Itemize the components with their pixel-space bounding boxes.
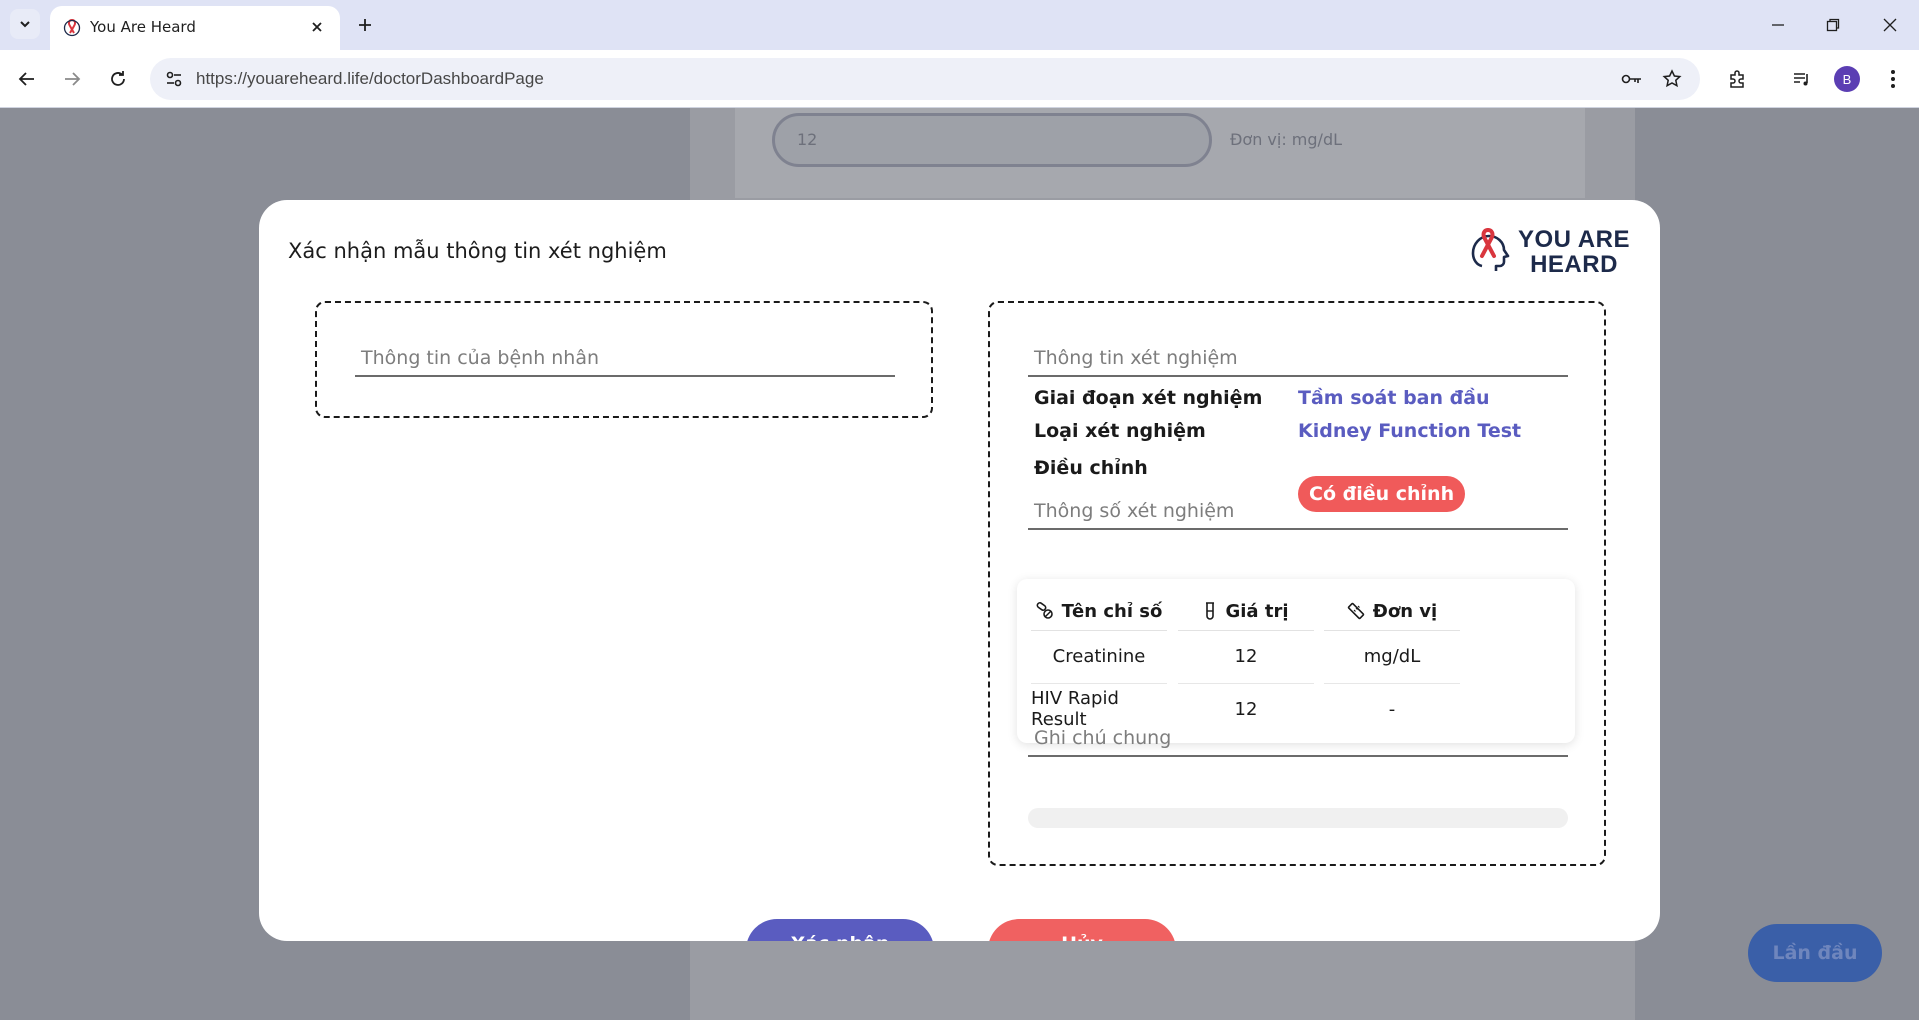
confirm-button-label: Xác nhận bbox=[791, 933, 890, 941]
test-type-label: Loại xét nghiệm bbox=[1034, 420, 1206, 442]
profile-avatar[interactable]: B bbox=[1834, 66, 1860, 92]
minimize-button[interactable] bbox=[1765, 12, 1791, 38]
notes-section-title: Ghi chú chung bbox=[1028, 727, 1568, 757]
address-bar[interactable]: https://youareheard.life/doctorDashboard… bbox=[150, 58, 1700, 100]
row-divider bbox=[1031, 683, 1167, 684]
background-unit-label: Đơn vị: mg/dL bbox=[1230, 130, 1343, 149]
pills-icon bbox=[1036, 602, 1053, 619]
params-section-title: Thông số xét nghiệm bbox=[1028, 500, 1568, 530]
table-cell-row2-unit: - bbox=[1388, 698, 1396, 720]
table-cell-row2-value: 12 bbox=[1234, 698, 1258, 720]
patient-section-title: Thông tin của bệnh nhân bbox=[355, 347, 895, 377]
reload-button[interactable] bbox=[103, 64, 133, 94]
cancel-button-label: Hủy bbox=[1061, 933, 1103, 941]
window-close-button[interactable] bbox=[1877, 12, 1903, 38]
puzzle-icon bbox=[1730, 70, 1744, 88]
header-divider bbox=[1031, 630, 1167, 631]
tab-title: You Are Heard bbox=[90, 18, 196, 36]
logo-text: YOU ARE HEARD bbox=[1518, 227, 1630, 277]
background-first-time-button: Lần đầu bbox=[1748, 924, 1882, 982]
table-header-value-text: Giá trị bbox=[1225, 600, 1289, 622]
fab-label: Lần đầu bbox=[1772, 942, 1858, 964]
logo-line-2: HEARD bbox=[1530, 251, 1618, 278]
plus-icon bbox=[359, 19, 371, 31]
table-header-name-text: Tên chỉ số bbox=[1061, 600, 1163, 622]
logo-line-1: YOU ARE bbox=[1518, 226, 1630, 253]
test-tube-icon bbox=[1206, 602, 1215, 620]
password-key-button[interactable] bbox=[1620, 67, 1644, 91]
test-stage-label: Giai đoạn xét nghiệm bbox=[1034, 387, 1263, 409]
chevron-down-icon bbox=[20, 21, 30, 28]
ruler-icon bbox=[1347, 602, 1364, 620]
test-info-box: Thông tin xét nghiệm Giai đoạn xét nghiệ… bbox=[988, 301, 1606, 866]
extensions-button[interactable] bbox=[1722, 64, 1752, 94]
youareheard-favicon-icon bbox=[63, 19, 81, 37]
table-cell-row1-value: 12 bbox=[1234, 645, 1258, 667]
ribbon-head-logo-icon bbox=[1471, 228, 1510, 271]
minimize-icon bbox=[1772, 24, 1784, 26]
close-icon bbox=[1883, 18, 1897, 32]
table-cell-row1-name: Creatinine bbox=[1052, 645, 1146, 667]
general-notes-field[interactable] bbox=[1028, 808, 1568, 828]
key-icon bbox=[1621, 74, 1641, 84]
star-icon bbox=[1662, 69, 1682, 88]
test-type-value: Kidney Function Test bbox=[1298, 420, 1522, 442]
more-vertical-icon bbox=[1891, 70, 1895, 88]
forward-button[interactable] bbox=[57, 64, 87, 94]
background-value-input: 12 bbox=[772, 113, 1212, 167]
url-path: /doctorDashboardPage bbox=[368, 69, 544, 88]
modal-title: Xác nhận mẫu thông tin xét nghiệm bbox=[288, 239, 667, 263]
confirm-button[interactable]: Xác nhận bbox=[746, 919, 934, 941]
row-divider bbox=[1178, 683, 1314, 684]
confirm-test-modal: Xác nhận mẫu thông tin xét nghiệm YOU AR… bbox=[259, 200, 1660, 941]
patient-info-box: Thông tin của bệnh nhân bbox=[315, 301, 933, 418]
tune-icon bbox=[166, 71, 182, 87]
back-button[interactable] bbox=[12, 64, 42, 94]
tab-search-button[interactable] bbox=[10, 9, 40, 39]
avatar-letter: B bbox=[1842, 71, 1852, 87]
header-divider bbox=[1178, 630, 1314, 631]
restore-icon bbox=[1826, 18, 1840, 32]
table-header-unit-text: Đơn vị bbox=[1372, 600, 1438, 622]
browser-tabstrip: You Are Heard bbox=[0, 0, 1919, 50]
test-section-title: Thông tin xét nghiệm bbox=[1028, 347, 1568, 377]
browser-tab[interactable]: You Are Heard bbox=[50, 6, 340, 50]
table-cell-row1-unit: mg/dL bbox=[1363, 645, 1421, 667]
header-divider bbox=[1324, 630, 1460, 631]
browser-menu-button[interactable] bbox=[1878, 64, 1908, 94]
arrow-right-icon bbox=[65, 72, 81, 86]
table-header-value: Giá trị bbox=[1178, 594, 1314, 628]
table-header-name: Tên chỉ số bbox=[1031, 594, 1167, 628]
restore-button[interactable] bbox=[1820, 12, 1846, 38]
media-controls-button[interactable] bbox=[1787, 64, 1817, 94]
new-tab-button[interactable] bbox=[352, 12, 378, 38]
you-are-heard-logo: YOU ARE HEARD bbox=[1468, 226, 1638, 277]
reload-icon bbox=[111, 71, 125, 86]
site-info-button[interactable] bbox=[162, 67, 186, 91]
row-divider bbox=[1324, 683, 1460, 684]
url-host: https://youareheard.life bbox=[196, 69, 369, 88]
table-header-unit: Đơn vị bbox=[1324, 594, 1460, 628]
arrow-left-icon bbox=[18, 72, 34, 86]
table-cell-row2-name: HIV Rapid Result bbox=[1031, 688, 1119, 730]
url-text: https://youareheard.life/doctorDashboard… bbox=[196, 69, 544, 89]
test-stage-value: Tầm soát ban đầu bbox=[1298, 387, 1490, 409]
adjustment-label: Điều chỉnh bbox=[1034, 457, 1148, 479]
tab-close-button[interactable] bbox=[306, 16, 328, 38]
browser-toolbar: https://youareheard.life/doctorDashboard… bbox=[0, 50, 1919, 108]
close-icon bbox=[312, 22, 322, 32]
playlist-icon bbox=[1794, 73, 1808, 86]
params-table: Tên chỉ số Giá trị Đơn vị Creatinine 12 … bbox=[1017, 579, 1575, 743]
cancel-button[interactable]: Hủy bbox=[988, 919, 1176, 941]
bookmark-button[interactable] bbox=[1660, 67, 1684, 91]
